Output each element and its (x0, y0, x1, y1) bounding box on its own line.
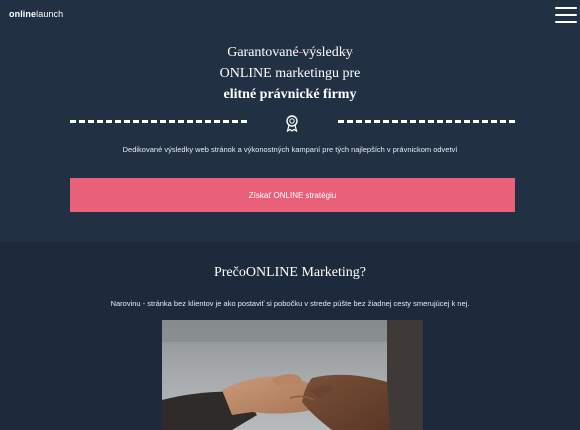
handshake-photo (162, 320, 423, 430)
why-title-suffix: ? (359, 265, 367, 280)
handshake-illustration (162, 320, 423, 430)
logo-bold-text: online (9, 9, 37, 19)
why-title-main: ONLINE Marketing (245, 265, 360, 280)
section-divider (70, 114, 515, 132)
divider-dashes-right (338, 120, 515, 123)
logo-light-text: launch (36, 9, 64, 19)
why-section-text: Narovinu - stránka bez klientov je ako p… (110, 299, 470, 308)
divider-dashes-left (70, 120, 247, 123)
award-ribbon-icon (286, 115, 298, 132)
why-title-prefix: Prečo (213, 265, 246, 280)
why-section-title: PrečoONLINE Marketing? (0, 265, 580, 281)
hero-subtitle: Dedikované výsledky web stránok a výkono… (122, 145, 458, 154)
hero-title-line1: Garantované výsledky (227, 45, 353, 60)
logo[interactable]: onlinelaunch (9, 9, 63, 19)
hero-title: Garantované výsledky ONLINE marketingu p… (0, 42, 580, 105)
hero-title-line3: elitné právnické firmy (223, 87, 357, 102)
hero-title-line2: ONLINE marketingu pre (219, 66, 361, 81)
get-strategy-button[interactable]: Získať ONLINE stratégiu (70, 178, 515, 212)
hamburger-menu-icon[interactable] (555, 6, 577, 24)
hero-section: onlinelaunch Garantované výsledky ONLINE… (0, 0, 580, 242)
